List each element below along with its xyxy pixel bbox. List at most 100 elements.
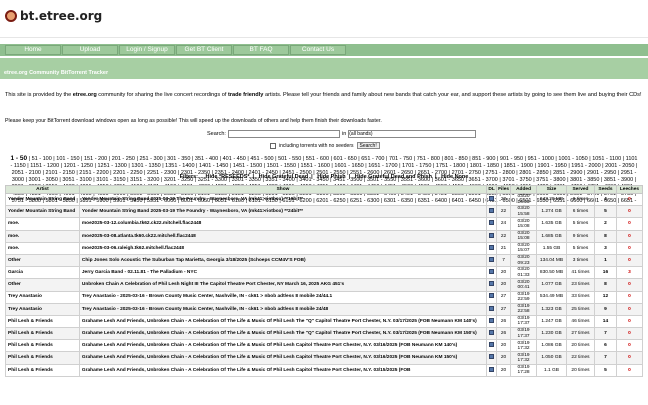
download-icon[interactable]: [486, 241, 498, 255]
served-cell: 6 times: [566, 192, 595, 207]
nav-home-button[interactable]: Home: [5, 45, 61, 55]
download-icon[interactable]: [486, 192, 498, 207]
download-icon[interactable]: [486, 302, 498, 316]
search-input[interactable]: [227, 130, 340, 138]
artist-cell[interactable]: Phil Lesh & Friends: [5, 339, 80, 353]
size-cell: 1.1 GB: [536, 363, 567, 377]
added-cell: 03/19 17:28: [510, 363, 538, 377]
download-icon[interactable]: [486, 229, 498, 243]
served-cell: 5 times: [566, 217, 595, 231]
download-icon[interactable]: [486, 278, 498, 292]
size-cell: 1.077 GB: [536, 278, 567, 292]
col-served[interactable]: Served: [566, 185, 595, 194]
torrent-download-icon[interactable]: [489, 342, 495, 348]
table-row: Phil Lesh & Friends Grahame Lesh And Frie…: [5, 339, 644, 353]
download-icon[interactable]: [486, 314, 498, 329]
artist-cell[interactable]: Phil Lesh & Friends: [5, 314, 80, 329]
filter-hide-phish[interactable]: Hide Phish: [317, 174, 345, 180]
artist-cell[interactable]: Yonder Mountain String Band: [5, 192, 80, 207]
artist-cell[interactable]: Trey Anastasio: [5, 290, 80, 304]
show-link[interactable]: Grahame Lesh And Friends, Unbroken Chain…: [78, 351, 488, 365]
show-link[interactable]: moe2025-03-12.columbia.tk62.ck22.mitchel…: [78, 217, 488, 231]
torrent-download-icon[interactable]: [489, 244, 495, 250]
show-link[interactable]: Trey Anastasio - 2025-03-16 - Brown Coun…: [78, 290, 488, 304]
table-row: moe. moe2025-03-12.columbia.tk62.ck22.mit…: [5, 217, 644, 231]
col-show[interactable]: Show: [78, 185, 488, 194]
artist-cell[interactable]: moe.: [5, 217, 80, 231]
artist-cell[interactable]: moe.: [5, 229, 80, 243]
download-icon[interactable]: [486, 290, 498, 304]
show-link[interactable]: Grahame Lesh And Friends, Unbroken Chain…: [78, 327, 488, 341]
col-files[interactable]: Files: [496, 185, 512, 194]
torrent-download-icon[interactable]: [489, 281, 495, 287]
torrent-download-icon[interactable]: [489, 366, 495, 372]
col-leeches[interactable]: Leeches: [615, 185, 644, 194]
show-link[interactable]: moe2025-03-08.atlanta.tk60.ck22.mitchell…: [78, 229, 488, 243]
show-link[interactable]: Yonder Mountain String Band 2025-03-19 T…: [78, 192, 488, 207]
download-icon[interactable]: [486, 327, 498, 341]
download-icon[interactable]: [486, 266, 498, 280]
nav-bar: Home Upload Login / Signup Get BT Client…: [0, 44, 648, 56]
torrent-download-icon[interactable]: [489, 232, 495, 238]
filter-hide-gd[interactable]: Hide Grateful Dead: [259, 174, 309, 180]
artist-cell[interactable]: Phil Lesh & Friends: [5, 327, 80, 341]
torrent-download-icon[interactable]: [489, 330, 495, 335]
torrent-download-icon[interactable]: [489, 208, 495, 214]
nav-login-button[interactable]: Login / Signup: [119, 45, 175, 55]
download-icon[interactable]: [486, 339, 498, 353]
site-logo[interactable]: bt.etree.org: [5, 9, 102, 23]
show-link[interactable]: Jerry Garcia Band - 02.11.81 - The Palla…: [78, 266, 488, 280]
torrent-download-icon[interactable]: [489, 220, 495, 226]
nav-contact-button[interactable]: Contact Us: [290, 45, 346, 55]
artist-cell[interactable]: Trey Anastasio: [5, 302, 80, 316]
show-link[interactable]: Grahame Lesh And Friends, Unbroken Chain…: [78, 339, 488, 353]
col-size[interactable]: Size: [536, 185, 567, 194]
col-seeds[interactable]: Seeds: [593, 185, 617, 194]
torrent-download-icon[interactable]: [489, 354, 495, 360]
show-link[interactable]: Grahame Lesh And Friends, Unbroken Chain…: [78, 314, 488, 329]
seeds-cell: 8: [593, 278, 617, 292]
filter-hide-none[interactable]: Hide None: [441, 174, 468, 180]
show-link[interactable]: Trey Anastasio - 2025-03-16 - Brown Coun…: [78, 302, 488, 316]
show-link[interactable]: moe2025-03-06.raleigh.tk62.mitchell.flac…: [78, 241, 488, 255]
artist-cell[interactable]: Phil Lesh & Friends: [5, 363, 80, 377]
col-artist[interactable]: Artist: [5, 185, 80, 194]
torrent-download-icon[interactable]: [489, 305, 495, 311]
nav-faq-button[interactable]: BT FAQ: [233, 45, 289, 55]
nav-get-client-button[interactable]: Get BT Client: [176, 45, 232, 55]
table-row: Trey Anastasio Trey Anastasio - 2025-03-1…: [5, 302, 644, 316]
show-link[interactable]: Chip Jones Solo Acoustic The Suburban Ta…: [78, 253, 488, 268]
show-link[interactable]: Grahame Lesh And Friends, Unbroken Chain…: [78, 363, 488, 377]
category-select[interactable]: (all bands): [348, 130, 477, 138]
artist-cell[interactable]: moe.: [5, 241, 80, 255]
artist-cell[interactable]: Other: [5, 278, 80, 292]
filter-hide-gd-phish[interactable]: Hide Grateful Dead and Phish: [355, 174, 432, 180]
torrent-download-icon[interactable]: [489, 195, 495, 201]
col-added[interactable]: Added: [510, 185, 538, 194]
show-link[interactable]: Unbroken Chain A Celebration of Phil Les…: [78, 278, 488, 292]
torrent-download-icon[interactable]: [489, 269, 495, 275]
seeds-cell: 7: [593, 327, 617, 341]
download-icon[interactable]: [486, 217, 498, 231]
torrent-download-icon[interactable]: [489, 256, 495, 262]
download-icon[interactable]: [486, 351, 498, 365]
download-icon[interactable]: [486, 253, 498, 268]
nonseeder-checkbox[interactable]: [270, 142, 276, 149]
artist-cell[interactable]: Other: [5, 253, 80, 268]
size-cell: 134.04 MB: [536, 253, 567, 268]
show-link[interactable]: Yonder Mountain String Band 2025-03-19 T…: [78, 205, 488, 219]
nonseeder-row: including torrents with no seeders Searc…: [270, 142, 380, 149]
artist-cell[interactable]: Yonder Mountain String Band: [5, 205, 80, 219]
search-button[interactable]: Search!: [356, 142, 380, 149]
filter-hide-reseeds[interactable]: Hide *RESEEDS*: [206, 174, 250, 180]
torrent-download-icon[interactable]: [489, 293, 495, 299]
files-cell: 20: [496, 278, 512, 292]
leeches-cell: 0: [615, 351, 644, 365]
torrent-download-icon[interactable]: [489, 317, 495, 323]
download-icon[interactable]: [486, 363, 498, 377]
artist-cell[interactable]: Phil Lesh & Friends: [5, 351, 80, 365]
artist-cell[interactable]: Garcia: [5, 266, 80, 280]
etree-link[interactable]: etree.org: [73, 92, 97, 98]
download-icon[interactable]: [486, 205, 498, 219]
nav-upload-button[interactable]: Upload: [62, 45, 118, 55]
